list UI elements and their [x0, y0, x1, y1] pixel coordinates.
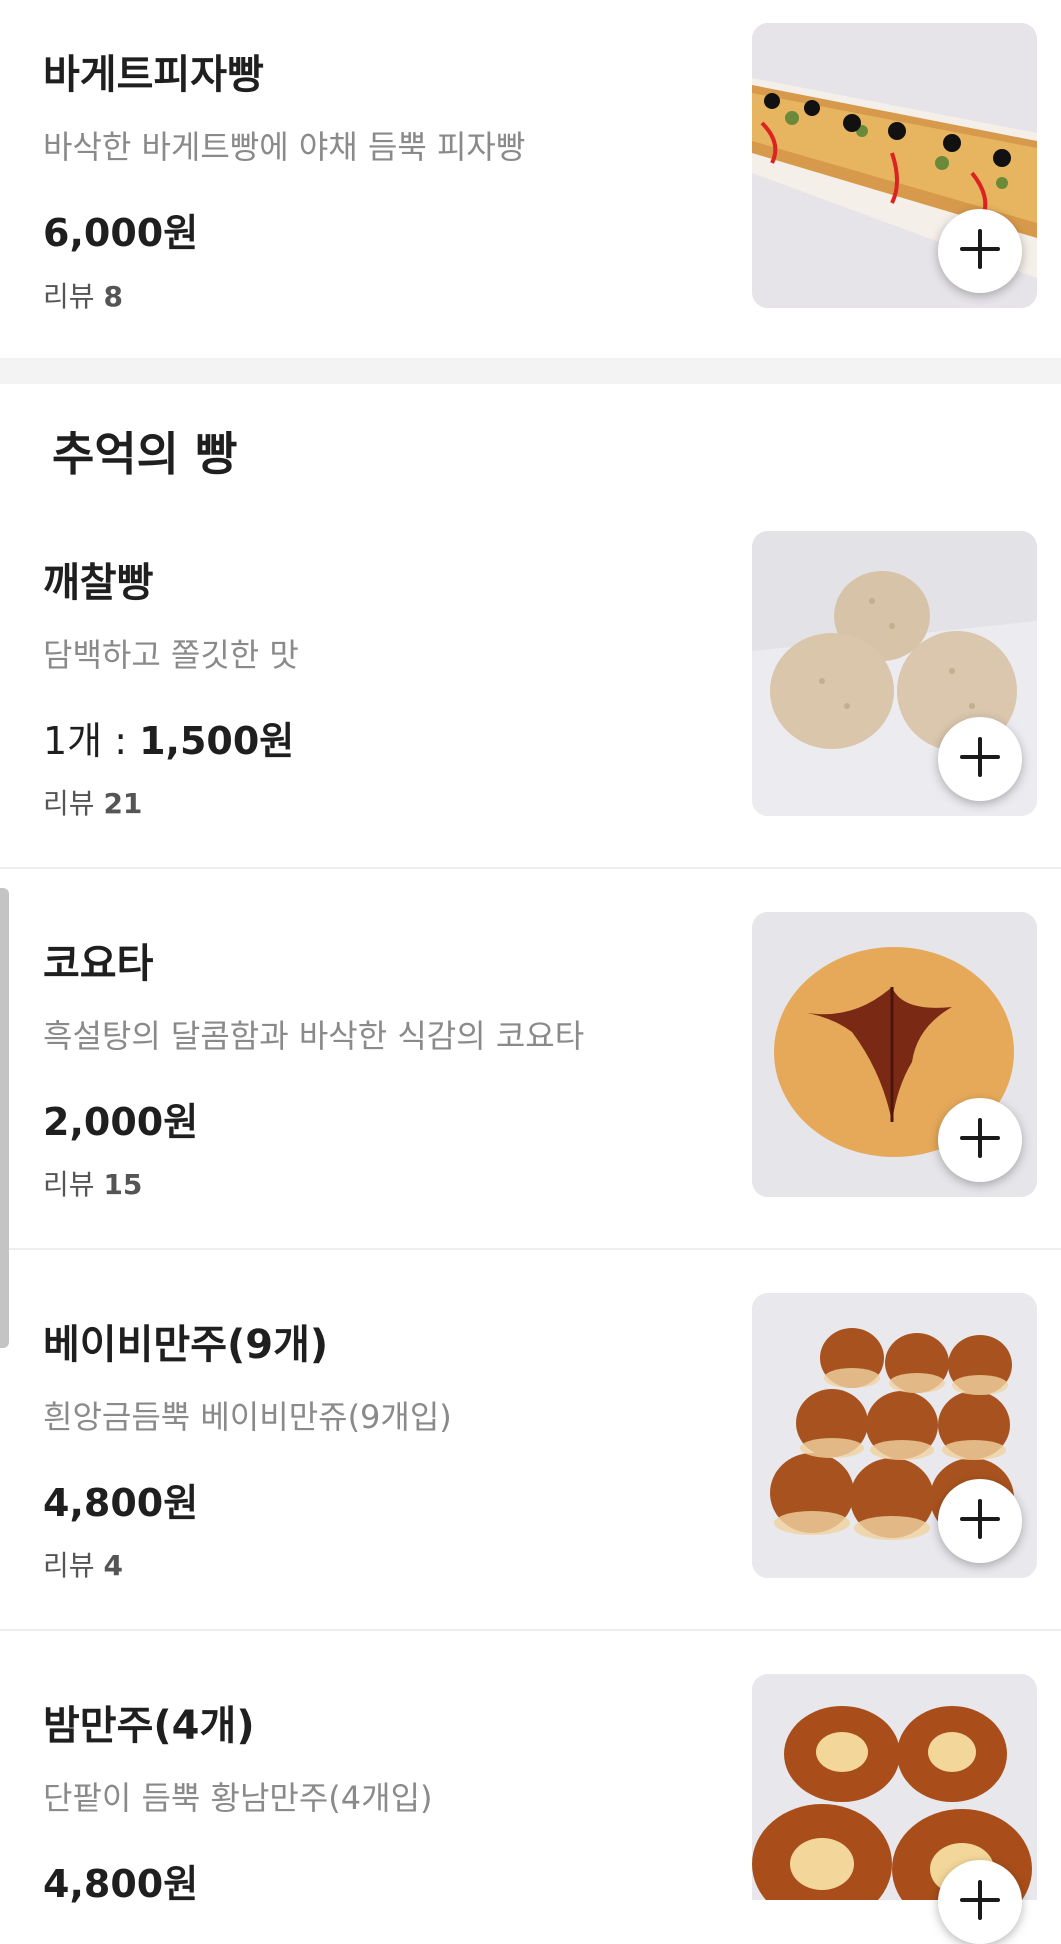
plus-icon [958, 735, 1002, 783]
add-to-cart-button[interactable] [938, 1098, 1022, 1182]
section-separator [0, 358, 1061, 384]
item-name: 바게트피자빵 [43, 52, 264, 98]
menu-item-chestnut-manju[interactable]: 밤만주(4개) 단팥이 듬뿍 황남만주(4개입) 4,800원 [0, 1631, 1061, 1944]
plus-icon [958, 1497, 1002, 1545]
item-price: 1개 : 1,500원 [43, 719, 295, 763]
item-description: 흑설탕의 달콤함과 바삭한 식감의 코요타 [43, 1017, 585, 1055]
add-to-cart-button[interactable] [938, 717, 1022, 801]
menu-item-baguette-pizza[interactable]: 바게트피자빵 바삭한 바게트빵에 야채 듬뿍 피자빵 6,000원 리뷰 8 [0, 0, 1061, 358]
item-name: 베이비만주(9개) [43, 1322, 329, 1368]
item-review: 리뷰 15 [43, 1168, 143, 1201]
item-price: 4,800원 [43, 1481, 199, 1525]
menu-item-koyota[interactable]: 코요타 흑설탕의 달콤함과 바삭한 식감의 코요타 2,000원 리뷰 15 [0, 869, 1061, 1249]
add-to-cart-button[interactable] [938, 1860, 1022, 1944]
item-name: 깨찰빵 [43, 560, 154, 606]
item-name: 코요타 [43, 941, 154, 987]
item-review: 리뷰 21 [43, 787, 143, 820]
menu-item-sesame-bread[interactable]: 깨찰빵 담백하고 쫄깃한 맛 1개 : 1,500원 리뷰 21 [0, 510, 1061, 868]
item-description: 담백하고 쫄깃한 맛 [43, 636, 299, 674]
item-description: 흰앙금듬뿍 베이비만쥬(9개입) [43, 1398, 452, 1436]
item-price: 2,000원 [43, 1100, 199, 1144]
scrollbar[interactable] [0, 888, 9, 1348]
item-price: 6,000원 [43, 211, 199, 255]
item-review: 리뷰 8 [43, 280, 123, 313]
plus-icon [958, 1116, 1002, 1164]
item-description: 단팥이 듬뿍 황남만주(4개입) [43, 1779, 433, 1817]
plus-icon [958, 1878, 1002, 1926]
add-to-cart-button[interactable] [938, 1479, 1022, 1563]
item-name: 밤만주(4개) [43, 1703, 255, 1749]
section-title: 추억의 빵 [52, 427, 238, 481]
item-review: 리뷰 4 [43, 1549, 123, 1582]
item-description: 바삭한 바게트빵에 야채 듬뿍 피자빵 [43, 128, 526, 166]
menu-item-baby-manju[interactable]: 베이비만주(9개) 흰앙금듬뿍 베이비만쥬(9개입) 4,800원 리뷰 4 [0, 1250, 1061, 1630]
add-to-cart-button[interactable] [938, 209, 1022, 293]
plus-icon [958, 227, 1002, 275]
